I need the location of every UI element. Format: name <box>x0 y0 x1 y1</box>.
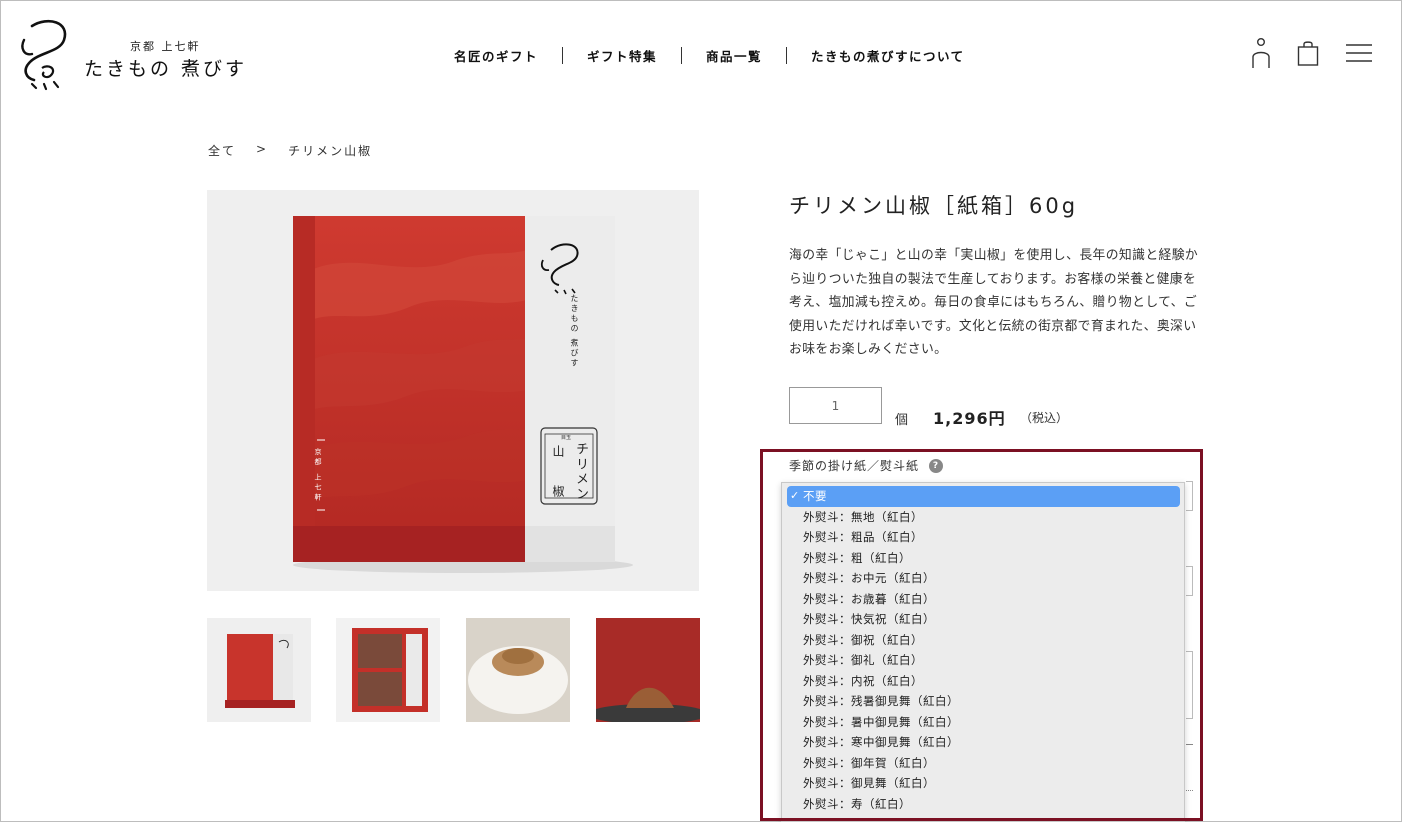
thumbnail-plate-image <box>596 618 700 722</box>
thumbnail-plate[interactable] <box>596 618 700 722</box>
account-icon[interactable] <box>1250 37 1272 69</box>
nav-item-about[interactable]: たきもの煮びすについて <box>787 46 989 65</box>
tax-note: （税込） <box>1020 411 1069 425</box>
product-description: 海の幸「じゃこ」と山の幸「実山椒」を使用し、長年の知識と経験から辿りついた独自の… <box>789 248 1199 357</box>
brand-name: たきもの 煮びす <box>84 58 248 80</box>
thumbnail-rice-bowl[interactable] <box>466 618 570 722</box>
product-main-image[interactable]: たきもの 煮びす 京都 上七軒 目玉 山 椒 チリメン <box>207 190 699 591</box>
brand-location: 京都 上七軒 <box>130 40 201 53</box>
product-title: チリメン山椒［紙箱］60g <box>789 194 1079 218</box>
main-nav: 名匠のギフト ギフト特集 商品一覧 たきもの煮びすについて <box>430 44 989 66</box>
package-brand-text: たきもの 煮びす <box>570 294 579 369</box>
thumbnail-open-box-image <box>352 628 428 712</box>
package-location-text: 京都 上七軒 <box>314 448 322 504</box>
breadcrumb: 全て > チリメン山椒 <box>208 142 372 159</box>
quantity-input[interactable]: 1 <box>789 387 882 424</box>
cart-icon[interactable] <box>1296 40 1320 66</box>
package-label-small: 目玉 <box>561 435 572 441</box>
product-package-illustration <box>293 216 633 573</box>
package-label-right: チリメン <box>573 442 588 502</box>
highlight-frame <box>760 449 1203 821</box>
thumbnail-rice-image <box>466 618 570 722</box>
hamburger-menu-icon[interactable] <box>1346 44 1372 62</box>
quantity-unit: 個 <box>895 413 909 428</box>
package-label-left: 山 椒 <box>551 445 565 509</box>
thumbnail-package-open[interactable] <box>336 618 440 722</box>
product-price: 1,296円 <box>933 409 1006 428</box>
breadcrumb-separator: > <box>256 142 269 156</box>
nav-item-gift-masters[interactable]: 名匠のギフト <box>430 46 562 65</box>
breadcrumb-current: チリメン山椒 <box>288 144 373 158</box>
thumbnail-box-image <box>225 634 295 708</box>
nav-item-products[interactable]: 商品一覧 <box>682 46 786 65</box>
thumbnail-package-front[interactable] <box>207 618 311 722</box>
brand-mark-icon <box>21 19 67 91</box>
brand-logo[interactable]: 京都 上七軒 たきもの 煮びす <box>18 18 258 92</box>
breadcrumb-root[interactable]: 全て <box>208 142 236 159</box>
nav-item-gift-features[interactable]: ギフト特集 <box>563 46 681 65</box>
